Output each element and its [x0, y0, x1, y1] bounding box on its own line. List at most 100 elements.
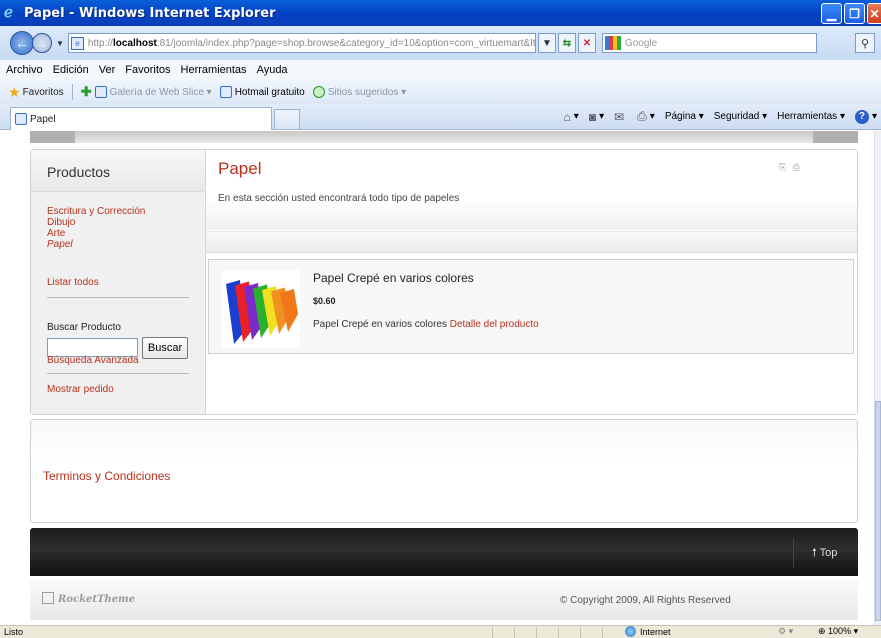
product-price: $0.60 — [313, 296, 336, 306]
window-controls: ▁ ❐ ✕ — [821, 3, 881, 24]
fav-web-slice-label: Galería de Web Slice ▾ — [109, 86, 212, 98]
url-rest: :81/joomla/index.php?page=shop.browse&ca… — [156, 37, 536, 49]
copyright-bar: RocketTheme © Copyright 2009, All Rights… — [30, 580, 858, 620]
close-button[interactable]: ✕ — [867, 3, 881, 24]
print-icon[interactable]: ⎙ — [793, 162, 802, 172]
search-placeholder: Google — [624, 37, 658, 49]
search-input[interactable]: Google — [601, 33, 817, 53]
category-escritura[interactable]: Escritura y Corrección — [47, 206, 145, 217]
security-menu[interactable]: Seguridad ▾ — [714, 111, 767, 122]
home-icon: ⌂ — [563, 109, 571, 124]
tab-papel[interactable]: Papel — [10, 107, 272, 130]
fav-hotmail[interactable]: Hotmail gratuito — [219, 86, 305, 98]
rockettheme-logo-icon — [42, 592, 54, 604]
mail-button[interactable]: ✉ — [614, 110, 627, 124]
forward-button[interactable]: → — [32, 33, 52, 53]
menu-bar: Archivo Edición Ver Favoritos Herramient… — [0, 60, 881, 80]
product-short-desc: Papel Crepé en varios colores — [313, 319, 447, 330]
brand-label: RocketTheme — [58, 594, 135, 605]
globe-icon — [625, 626, 636, 637]
zone-label: Internet — [640, 626, 671, 637]
page-menu[interactable]: Página ▾ — [665, 111, 704, 122]
product-card: Papel Crepé en varios colores $0.60 Pape… — [208, 259, 854, 354]
menu-herramientas[interactable]: Herramientas — [181, 64, 247, 76]
security-zone[interactable]: Internet — [625, 626, 671, 637]
search-icon[interactable]: ⚲ — [855, 33, 875, 53]
menu-ayuda[interactable]: Ayuda — [257, 64, 288, 76]
zoom-level[interactable]: ⊕ 100% ▾ — [818, 626, 858, 637]
maximize-button[interactable]: ❐ — [844, 3, 865, 24]
main-container: Productos Escritura y Corrección Dibujo … — [30, 149, 858, 415]
arrow-up-icon: 🠕 — [812, 547, 817, 559]
new-tab-button[interactable] — [274, 109, 300, 130]
crepe-paper-image — [226, 280, 298, 344]
content-header — [206, 150, 857, 230]
page-tools: ⎘ ⎙ — [779, 162, 802, 173]
footer-divider — [793, 538, 794, 568]
url-host: localhost — [112, 37, 157, 49]
back-button[interactable]: ← — [10, 31, 34, 55]
category-papel[interactable]: Papel — [47, 239, 145, 250]
status-text: Listo — [4, 627, 24, 637]
favorites-star-icon[interactable]: ★ — [8, 84, 21, 101]
list-all-link[interactable]: Listar todos — [47, 277, 99, 288]
url-prefix: http:// — [87, 37, 113, 49]
page-title: Papel — [218, 159, 262, 178]
fav-suggested-sites[interactable]: Sitios sugeridos ▾ — [312, 86, 406, 98]
advanced-search-link[interactable]: Búsqueda Avanzada — [47, 355, 139, 366]
address-input[interactable]: e http://localhost:81/joomla/index.php?p… — [67, 33, 536, 53]
product-name[interactable]: Papel Crepé en varios colores — [313, 271, 474, 285]
add-favorite-icon[interactable]: ✚ — [81, 84, 92, 100]
sidebar-title: Productos — [47, 164, 111, 180]
category-arte[interactable]: Arte — [47, 228, 145, 239]
zoom-label: 100% — [828, 626, 852, 636]
rockettheme-logo[interactable]: RocketTheme — [42, 592, 135, 605]
footer-bar: 🠕 Top — [30, 528, 858, 576]
address-row: ← → ▼ e http://localhost:81/joomla/index… — [0, 26, 881, 60]
tab-bar: Papel ⌂ ▾ ◙ ▾ ✉ ⎙ ▾ Página ▾ Seguridad ▾ He… — [0, 104, 881, 130]
status-bar: Listo Internet ⚙ ▾ ⊕ 100% ▾ — [0, 625, 881, 638]
ie-logo-icon: ℯ — [4, 4, 13, 21]
product-detail-link[interactable]: Detalle del producto — [450, 319, 539, 330]
show-order-link[interactable]: Mostrar pedido — [47, 384, 114, 395]
menu-edicion[interactable]: Edición — [53, 64, 89, 76]
menu-archivo[interactable]: Archivo — [6, 64, 43, 76]
page-viewport: Productos Escritura y Corrección Dibujo … — [0, 131, 874, 625]
fav-web-slice[interactable]: Galería de Web Slice ▾ — [94, 86, 212, 98]
product-image[interactable] — [222, 270, 300, 348]
terms-link[interactable]: Terminos y Condiciones — [43, 469, 170, 483]
bottom-module: Terminos y Condiciones — [30, 419, 858, 523]
status-cell — [602, 627, 624, 638]
menu-favoritos[interactable]: Favoritos — [125, 64, 170, 76]
fav-hotmail-label: Hotmail gratuito — [234, 86, 305, 98]
category-list: Escritura y Corrección Dibujo Arte Papel — [47, 206, 145, 250]
refresh-button[interactable]: ⇆ — [557, 33, 576, 53]
search-button[interactable]: Buscar — [142, 337, 188, 359]
content-area: Papel ⎘ ⎙ En esta sección usted encontra… — [206, 150, 857, 414]
tools-menu[interactable]: Herramientas ▾ — [777, 111, 845, 122]
pdf-icon[interactable]: ⎘ — [779, 162, 788, 172]
help-button[interactable]: ? ▾ — [854, 109, 877, 124]
status-cell — [492, 627, 514, 638]
print-button[interactable]: ⎙ ▾ — [637, 109, 655, 124]
protected-mode-icon[interactable]: ⚙ ▾ — [778, 626, 793, 637]
home-button[interactable]: ⌂ ▾ — [564, 110, 579, 124]
address-dropdown-button[interactable]: ▼ — [537, 33, 556, 53]
scrollbar-thumb[interactable] — [875, 401, 881, 621]
favorites-button[interactable]: Favoritos — [23, 87, 64, 98]
status-cell — [536, 627, 558, 638]
web-slice-icon — [94, 86, 107, 98]
category-dibujo[interactable]: Dibujo — [47, 217, 145, 228]
top-strip-left — [30, 131, 75, 143]
content-divider — [206, 231, 857, 253]
top-strip-right — [813, 131, 858, 143]
stop-button[interactable]: ✕ — [577, 33, 596, 53]
status-cell — [558, 627, 580, 638]
menu-ver[interactable]: Ver — [99, 64, 116, 76]
top-label: Top — [819, 547, 838, 559]
feeds-button[interactable]: ◙ ▾ — [589, 110, 604, 124]
top-link[interactable]: 🠕 Top — [812, 544, 837, 563]
minimize-button[interactable]: ▁ — [821, 3, 842, 24]
history-dropdown-icon[interactable]: ▼ — [56, 39, 64, 48]
vertical-scrollbar[interactable] — [874, 131, 881, 625]
